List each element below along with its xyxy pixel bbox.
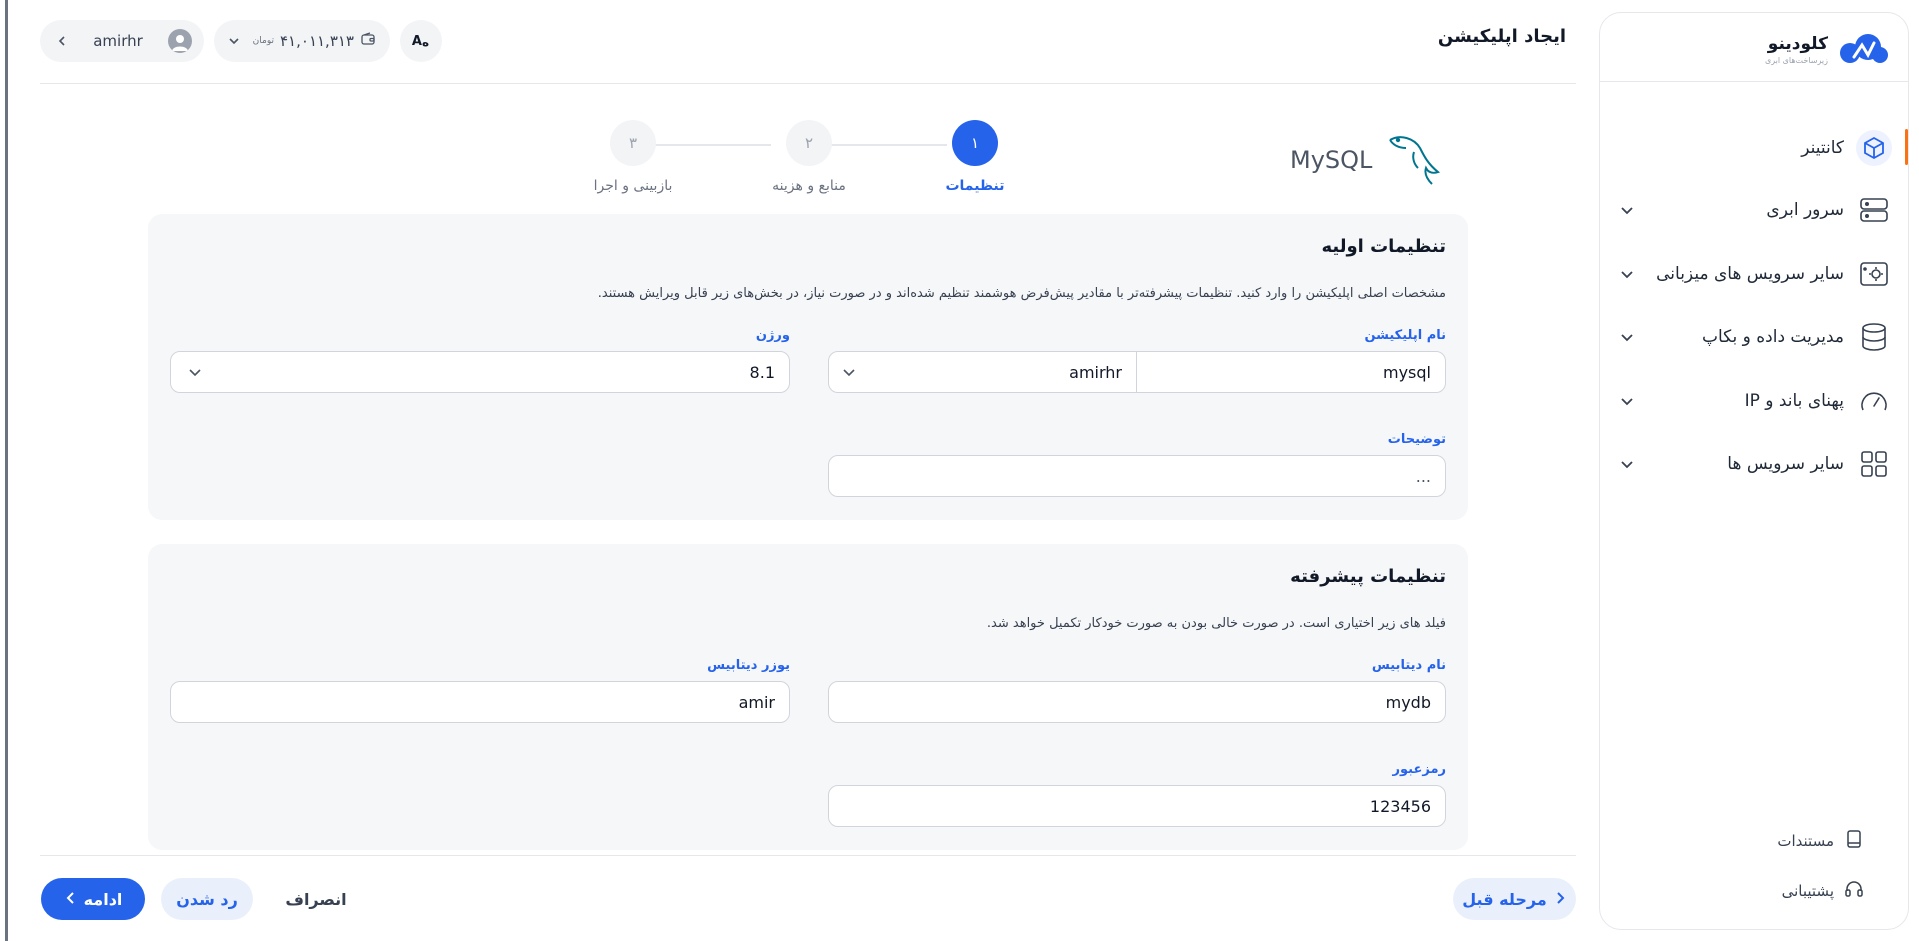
page-title: ایجاد اپلیکیشن: [1437, 26, 1566, 47]
stepper-connector: [817, 144, 947, 146]
namespace-value: amirhr: [1069, 362, 1122, 382]
sidebar-item-bandwidth-ip[interactable]: پهنای باند و IP: [1616, 376, 1892, 426]
sidebar-docs-link[interactable]: مستندات: [1616, 823, 1892, 859]
sidebar-item-cloud-server[interactable]: سرور ابری: [1616, 185, 1892, 235]
sidebar-item-hosting[interactable]: سایر سرویس های میزبانی: [1616, 249, 1892, 299]
password-label: رمزعبور: [1392, 762, 1446, 777]
footer-divider: [40, 855, 1576, 856]
skip-button[interactable]: رد شدن: [161, 878, 253, 920]
section-title: تنظیمات اولیه: [1321, 236, 1446, 257]
brand-logo[interactable]: کلودینو زیرساخت‌های ابری: [1765, 31, 1888, 67]
support-label: پشتیبانی: [1781, 882, 1834, 900]
chevron-down-icon: [841, 364, 857, 384]
sidebar-item-label: سایر سرویس ها: [1727, 454, 1844, 474]
db-name-label: نام دیتابیس: [1371, 658, 1446, 673]
docs-label: مستندات: [1777, 832, 1834, 850]
basic-settings-section: تنظیمات اولیه مشخصات اصلی اپلیکیشن را وا…: [148, 214, 1468, 520]
previous-step-button[interactable]: مرحله قبل: [1453, 878, 1576, 920]
translate-icon: ه A: [411, 33, 430, 49]
chevron-down-icon: [185, 364, 203, 382]
description-input[interactable]: ...: [828, 455, 1446, 497]
chevron-down-icon: [228, 32, 240, 51]
continue-button[interactable]: ادامه: [41, 878, 145, 920]
sidebar-item-label: سرور ابری: [1766, 200, 1844, 220]
step-1-indicator[interactable]: ۱: [952, 120, 998, 166]
chevron-down-icon[interactable]: [1616, 453, 1638, 475]
brand-tagline: زیرساخت‌های ابری: [1764, 55, 1828, 65]
section-description: فیلد های زیر اختیاری است. در صورت خالی ب…: [986, 616, 1446, 631]
wallet-icon: [360, 31, 376, 51]
db-user-input[interactable]: amir: [170, 681, 790, 723]
advanced-settings-section: تنظیمات پیشرفته فیلد های زیر اختیاری است…: [148, 544, 1468, 850]
wizard-stepper: ۳ ۲ ۱ بازبینی و اجرا منابع و هزینه تنظیم…: [593, 120, 1015, 200]
wallet-unit: تومان: [252, 36, 274, 46]
app-name-input[interactable]: mysql: [1383, 352, 1431, 392]
password-input[interactable]: 123456: [828, 785, 1446, 827]
section-title: تنظیمات پیشرفته: [1290, 566, 1446, 587]
chevron-down-icon[interactable]: [1616, 390, 1638, 412]
sidebar-support-link[interactable]: پشتیبانی: [1616, 873, 1892, 909]
sidebar-item-label: مدیریت داده و بکاپ: [1701, 327, 1844, 347]
server-icon: [1856, 192, 1892, 228]
book-icon: [1844, 829, 1864, 853]
step-3-indicator[interactable]: ۳: [610, 120, 656, 166]
sidebar-item-label: پهنای باند و IP: [1744, 391, 1844, 411]
chevron-down-icon[interactable]: [1616, 199, 1638, 221]
step-3-label: بازبینی و اجرا: [593, 178, 673, 194]
version-value: 8.1: [749, 362, 775, 382]
wallet-amount: ۴۱,۰۱۱,۳۱۳: [280, 32, 354, 50]
previous-label: مرحله قبل: [1462, 889, 1547, 909]
sidebar-item-label: کانتینر: [1801, 138, 1844, 158]
database-icon: [1856, 319, 1892, 355]
chevron-down-icon[interactable]: [1616, 326, 1638, 348]
mysql-dolphin-icon: [1384, 128, 1444, 192]
step-2-indicator[interactable]: ۲: [786, 120, 832, 166]
chevron-left-icon: [64, 890, 78, 909]
header-divider: [40, 83, 1576, 84]
sidebar-item-data-backup[interactable]: مدیریت داده و بکاپ: [1616, 312, 1892, 362]
app-name: MySQL: [1290, 146, 1373, 174]
hosting-gear-icon: [1856, 256, 1892, 292]
sidebar-item-other-services[interactable]: سایر سرویس ها: [1616, 439, 1892, 489]
app-name-label: نام اپلیکیشن: [1364, 328, 1446, 343]
brand-name: کلودینو: [1767, 33, 1828, 54]
user-menu[interactable]: amirhr: [40, 20, 204, 62]
stepper-connector: [641, 144, 771, 146]
grid-icon: [1856, 446, 1892, 482]
chevron-right-icon: [1553, 890, 1567, 909]
step-2-label: منابع و هزینه: [772, 178, 846, 194]
section-description: مشخصات اصلی اپلیکیشن را وارد کنید. تنظیم…: [597, 286, 1446, 301]
db-name-input[interactable]: mydb: [828, 681, 1446, 723]
version-select[interactable]: 8.1: [170, 351, 790, 393]
sidebar-item-container[interactable]: کانتینر: [1616, 123, 1908, 173]
speedometer-icon: [1856, 383, 1892, 419]
username: amirhr: [93, 32, 143, 50]
headset-icon: [1844, 879, 1864, 903]
step-1-label: تنظیمات: [945, 178, 1005, 194]
wallet-balance[interactable]: تومان ۴۱,۰۱۱,۳۱۳: [214, 20, 390, 62]
container-icon: [1856, 130, 1892, 166]
top-header: ایجاد اپلیکیشن amirhr تومان ۴۱,۰۱۱,۳۱۳ ه…: [40, 20, 1576, 64]
cancel-button[interactable]: انصراف: [270, 878, 362, 920]
app-identity: MySQL: [1290, 128, 1450, 192]
version-label: ورژن: [755, 328, 790, 343]
chevron-left-icon: [56, 32, 68, 51]
avatar: [168, 29, 192, 53]
continue-label: ادامه: [83, 889, 123, 909]
language-toggle-button[interactable]: ه A: [400, 20, 442, 62]
sidebar: کلودینو زیرساخت‌های ابری کانتینر سرور اب…: [1599, 12, 1909, 930]
namespace-select[interactable]: amirhr: [829, 352, 1137, 392]
description-label: توضیحات: [1387, 432, 1446, 447]
sidebar-item-label: سایر سرویس های میزبانی: [1656, 264, 1844, 284]
chevron-down-icon[interactable]: [1616, 263, 1638, 285]
window-edge: [0, 0, 8, 941]
cloud-logo-icon: [1836, 31, 1888, 67]
db-user-label: یوزر دیتابیس: [707, 658, 790, 673]
active-indicator: [1905, 129, 1908, 165]
app-name-field: mysql amirhr: [828, 351, 1446, 393]
sidebar-divider: [1600, 81, 1908, 82]
